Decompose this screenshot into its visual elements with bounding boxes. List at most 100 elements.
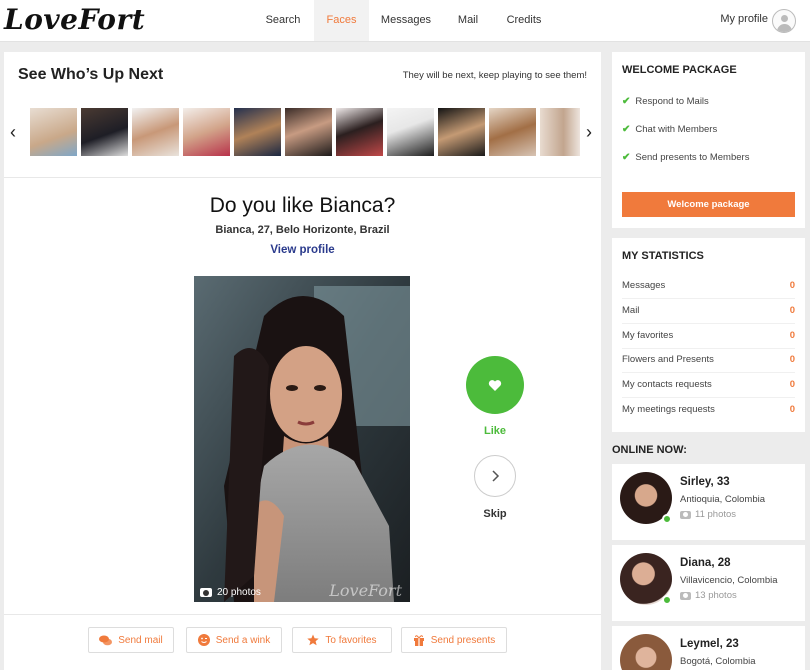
- welcome-item: ✔ Respond to Mails: [622, 96, 709, 107]
- member-location: Antioquia, Colombia: [680, 494, 766, 505]
- stat-label: Mail: [622, 305, 640, 316]
- welcome-item: ✔ Send presents to Members: [622, 152, 749, 163]
- carousel-next-icon[interactable]: ›: [586, 122, 592, 143]
- user-avatar-icon[interactable]: [772, 9, 796, 33]
- stat-value: 0: [789, 404, 795, 415]
- stat-value: 0: [789, 305, 795, 316]
- up-next-title: See Who’s Up Next: [18, 66, 164, 83]
- member-name: Sirley, 33: [680, 476, 730, 488]
- member-photo-count-text: 11 photos: [695, 509, 737, 520]
- divider: [4, 177, 601, 178]
- stat-value: 0: [789, 379, 795, 390]
- send-mail-button[interactable]: Send mail: [88, 627, 174, 653]
- welcome-package-button[interactable]: Welcome package: [622, 192, 795, 217]
- online-member-card[interactable]: Leymel, 23 Bogotá, Colombia: [612, 626, 805, 670]
- nav-faces[interactable]: Faces: [314, 0, 369, 41]
- divider: [4, 614, 601, 615]
- carousel-thumb[interactable]: [336, 108, 383, 156]
- camera-icon: [680, 510, 691, 519]
- stat-label: Messages: [622, 280, 666, 291]
- carousel-thumb[interactable]: [285, 108, 332, 156]
- camera-icon: [200, 588, 212, 597]
- chat-bubbles-icon: [99, 635, 113, 645]
- send-presents-label: Send presents: [430, 634, 496, 646]
- stat-label: Flowers and Presents: [622, 354, 714, 365]
- view-profile-link[interactable]: View profile: [4, 244, 601, 256]
- stat-row-meetings-requests[interactable]: My meetings requests 0: [622, 404, 795, 415]
- match-photo-image: [194, 276, 410, 602]
- welcome-item-label: Send presents to Members: [635, 152, 750, 163]
- carousel-thumb[interactable]: [489, 108, 536, 156]
- send-presents-button[interactable]: Send presents: [401, 627, 507, 653]
- up-next-note: They will be next, keep playing to see t…: [402, 70, 587, 81]
- online-status-icon: [662, 514, 672, 524]
- carousel-thumb[interactable]: [30, 108, 77, 156]
- member-avatar: [620, 634, 672, 670]
- stat-label: My contacts requests: [622, 379, 712, 390]
- check-icon: ✔: [622, 124, 631, 135]
- member-photo-count: 13 photos: [680, 590, 737, 601]
- match-details: Bianca, 27, Belo Horizonte, Brazil: [215, 224, 390, 236]
- divider: [622, 372, 795, 373]
- carousel-thumb[interactable]: [234, 108, 281, 156]
- stat-row-favorites[interactable]: My favorites 0: [622, 330, 795, 341]
- my-statistics-title: MY STATISTICS: [622, 250, 704, 262]
- stat-row-mail[interactable]: Mail 0: [622, 305, 795, 316]
- skip-button[interactable]: [474, 455, 516, 497]
- nav-messages[interactable]: Messages: [376, 0, 436, 41]
- nav-credits[interactable]: Credits: [500, 0, 548, 41]
- photo-count-badge[interactable]: 20 photos: [200, 587, 261, 598]
- match-photo[interactable]: 20 photos LoveFort: [194, 276, 410, 602]
- send-wink-button[interactable]: Send a wink: [186, 627, 282, 653]
- stat-value: 0: [789, 330, 795, 341]
- online-status-icon: [662, 595, 672, 605]
- member-location: Bogotá, Colombia: [680, 656, 756, 667]
- online-member-card[interactable]: Sirley, 33 Antioquia, Colombia 11 photos: [612, 464, 805, 540]
- online-member-card[interactable]: Diana, 28 Villavicencio, Colombia 13 pho…: [612, 545, 805, 621]
- stat-value: 0: [789, 354, 795, 365]
- divider: [622, 397, 795, 398]
- welcome-item: ✔ Chat with Members: [622, 124, 717, 135]
- send-wink-label: Send a wink: [215, 634, 271, 646]
- member-name: Diana, 28: [680, 557, 731, 569]
- stat-row-contacts-requests[interactable]: My contacts requests 0: [622, 379, 795, 390]
- top-navigation-bar: LoveFort Search Faces Messages Mail Cred…: [0, 0, 810, 42]
- my-profile-link[interactable]: My profile: [720, 0, 768, 41]
- carousel-thumb[interactable]: [438, 108, 485, 156]
- divider: [622, 323, 795, 324]
- up-next-carousel: [30, 108, 580, 156]
- check-icon: ✔: [622, 152, 631, 163]
- nav-mail[interactable]: Mail: [450, 0, 486, 41]
- like-label: Like: [483, 425, 506, 437]
- skip-label: Skip: [483, 508, 507, 520]
- member-photo-count-text: 13 photos: [695, 590, 737, 601]
- carousel-prev-icon[interactable]: ‹: [10, 122, 16, 143]
- divider: [622, 348, 795, 349]
- welcome-item-label: Respond to Mails: [635, 96, 709, 107]
- carousel-thumb[interactable]: [183, 108, 230, 156]
- stat-label: My meetings requests: [622, 404, 715, 415]
- member-location: Villavicencio, Colombia: [680, 575, 778, 586]
- to-favorites-button[interactable]: To favorites: [292, 627, 392, 653]
- carousel-thumb[interactable]: [387, 108, 434, 156]
- carousel-thumb[interactable]: [540, 108, 580, 156]
- nav-search[interactable]: Search: [255, 0, 311, 41]
- site-logo[interactable]: LoveFort: [4, 3, 145, 36]
- chevron-right-icon: [492, 470, 500, 482]
- stat-row-flowers-presents[interactable]: Flowers and Presents 0: [622, 354, 795, 365]
- check-icon: ✔: [622, 96, 631, 107]
- welcome-item-label: Chat with Members: [635, 124, 718, 135]
- carousel-thumb[interactable]: [132, 108, 179, 156]
- star-icon: [307, 634, 320, 646]
- faces-main-panel: See Who’s Up Next They will be next, kee…: [4, 52, 601, 670]
- divider: [622, 298, 795, 299]
- online-now-title: ONLINE NOW:: [612, 444, 687, 456]
- stat-row-messages[interactable]: Messages 0: [622, 280, 795, 291]
- stat-value: 0: [789, 280, 795, 291]
- carousel-thumb[interactable]: [81, 108, 128, 156]
- like-button[interactable]: [466, 356, 524, 414]
- member-photo-count: 11 photos: [680, 509, 736, 520]
- send-mail-label: Send mail: [118, 634, 163, 646]
- photo-watermark: LoveFort: [329, 581, 402, 600]
- gift-icon: [413, 635, 424, 646]
